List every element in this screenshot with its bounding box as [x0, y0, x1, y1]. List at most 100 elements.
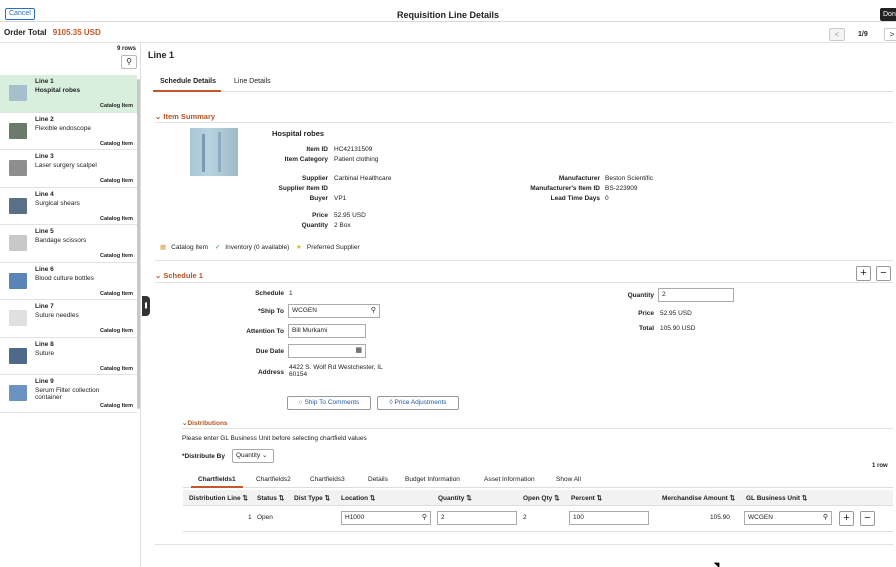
column-header[interactable]: Merchandise Amount ⇅	[662, 494, 735, 502]
hospital-robes-thumbnail	[9, 85, 27, 101]
catalog-icon: ▦	[160, 244, 167, 251]
search-button[interactable]: ⚲	[121, 55, 137, 69]
mouse-cursor-icon	[713, 559, 723, 567]
divider	[182, 428, 893, 429]
distributions-header[interactable]: ⌄Distributions	[182, 419, 228, 427]
list-item-line-2[interactable]: Line 2 Flexible endoscope Catalog Item	[0, 113, 137, 150]
column-header[interactable]: Quantity ⇅	[438, 494, 472, 502]
list-item-line-6[interactable]: Line 6 Blood culture bottles Catalog Ite…	[0, 263, 137, 300]
tab-budget-information[interactable]: Budget Information	[405, 476, 460, 483]
tab-chartfields3[interactable]: Chartfields3	[310, 476, 345, 483]
comment-icon: ○	[298, 399, 303, 406]
tab-show-all[interactable]: Show All	[556, 476, 581, 483]
list-scrollbar[interactable]	[137, 79, 140, 409]
list-item-line-9[interactable]: Line 9 Serum Filter collection container…	[0, 375, 137, 413]
location-input[interactable]: H1000 ⚲	[341, 511, 431, 525]
schedule-price-value: 52.95 USD	[660, 310, 692, 317]
list-item-name: Suture needles	[35, 312, 79, 319]
check-icon: ✓	[214, 244, 221, 251]
list-item-line-3[interactable]: Line 3 Laser surgery scalpel Catalog Ite…	[0, 150, 137, 188]
suture-needles-thumbnail	[9, 310, 27, 326]
list-item-line: Line 6	[35, 265, 54, 273]
schedule-quantity-value: 2	[662, 291, 666, 298]
done-button[interactable]: Done	[880, 8, 896, 21]
item-category-label: Item Category	[284, 156, 328, 163]
inventory-badge: Inventory (0 available)	[225, 244, 290, 251]
order-total: Order Total 9105.35 USD	[4, 28, 101, 37]
address-value: 4422 S. Wolf Rd Westchester, IL 60154	[289, 364, 383, 378]
table-row: 1 Open H1000 ⚲ 2 2 100 105.90 WCGEN ⚲ + −	[183, 506, 893, 532]
list-item-tag: Catalog Item	[99, 290, 133, 297]
list-item-line-4[interactable]: Line 4 Surgical shears Catalog Item	[0, 188, 137, 225]
address-line-1: 4422 S. Wolf Rd Westchester, IL	[289, 364, 383, 371]
sort-icon: ⇅	[242, 495, 248, 502]
list-item-name: Laser surgery scalpel	[35, 162, 97, 169]
search-icon[interactable]: ⚲	[422, 512, 427, 524]
list-item-line-8[interactable]: Line 8 Suture Catalog Item	[0, 338, 137, 375]
collapse-panel-handle[interactable]: ❚	[142, 296, 150, 316]
tab-chartfields1[interactable]: Chartfields1	[198, 476, 236, 483]
add-row-button[interactable]: +	[839, 511, 854, 526]
tab-line-details[interactable]: Line Details	[234, 78, 271, 85]
remove-schedule-button[interactable]: −	[876, 266, 891, 281]
manufacturer-value: Beston Scientific	[605, 175, 654, 182]
column-header[interactable]: Status ⇅	[257, 494, 284, 502]
column-header[interactable]: Open Qty ⇅	[523, 494, 560, 502]
grid-row-count: 1 row	[872, 463, 888, 469]
item-summary-header[interactable]: ⌄ Item Summary	[155, 112, 215, 121]
list-item-line-5[interactable]: Line 5 Bandage scissors Catalog Item	[0, 225, 137, 263]
search-icon[interactable]: ⚲	[823, 512, 828, 524]
catalog-badge: Catalog Item	[171, 244, 209, 251]
calendar-icon[interactable]: ▦	[355, 345, 362, 357]
column-header[interactable]: GL Business Unit ⇅	[746, 494, 807, 502]
item-image	[190, 128, 238, 176]
list-item-line-1[interactable]: Line 1 Hospital robes Catalog Item	[0, 75, 137, 113]
list-item-line-7[interactable]: Line 7 Suture needles Catalog Item	[0, 300, 137, 338]
quantity-input[interactable]: 2	[437, 511, 517, 525]
ship-to-comments-label: Ship To Comments	[304, 399, 360, 406]
detail-tabs: Schedule Details Line Details	[153, 76, 893, 92]
ship-to-comments-button[interactable]: ○ Ship To Comments	[287, 396, 371, 410]
list-item-name: Hospital robes	[35, 87, 81, 94]
price-adjustments-button[interactable]: ◊ Price Adjustments	[377, 396, 459, 410]
remove-row-button[interactable]: −	[860, 511, 875, 526]
supplier-item-id-label: Supplier Item ID	[278, 185, 328, 192]
column-header[interactable]: Location ⇅	[341, 494, 375, 502]
item-name: Hospital robes	[272, 129, 325, 138]
percent-input[interactable]: 100	[569, 511, 649, 525]
quantity-label: Quantity	[301, 222, 328, 229]
column-header[interactable]: Dist Type ⇅	[294, 494, 330, 502]
tab-schedule-details[interactable]: Schedule Details	[160, 78, 216, 85]
scalpel-thumbnail	[9, 160, 27, 176]
list-item-line: Line 1	[35, 78, 54, 85]
distribute-by-select[interactable]: Quantity ⌄	[232, 449, 274, 463]
search-icon[interactable]: ⚲	[371, 305, 376, 317]
tab-details[interactable]: Details	[368, 476, 388, 483]
ship-to-input[interactable]: WCGEN ⚲	[288, 304, 380, 318]
minus-icon: −	[864, 512, 871, 524]
column-label: GL Business Unit	[746, 495, 801, 502]
due-date-input[interactable]: ▦	[288, 344, 366, 358]
tab-chartfields2[interactable]: Chartfields2	[256, 476, 291, 483]
ship-to-label: *Ship To	[258, 308, 284, 315]
previous-line-button[interactable]: <	[829, 28, 845, 41]
manufacturer-item-id-value: BS-223909	[605, 185, 638, 192]
attention-to-input[interactable]: Bill Murkami	[288, 324, 366, 338]
schedule-quantity-input[interactable]: 2	[658, 288, 734, 302]
gl-business-unit-input[interactable]: WCGEN ⚲	[744, 511, 832, 525]
add-schedule-button[interactable]: +	[856, 266, 871, 281]
column-label: Percent	[571, 495, 595, 502]
column-label: Quantity	[438, 495, 465, 502]
sort-icon: ⇅	[801, 495, 808, 502]
tab-asset-information[interactable]: Asset Information	[484, 476, 535, 483]
schedule-header[interactable]: ⌄ Schedule 1	[155, 271, 203, 280]
column-header[interactable]: Percent ⇅	[571, 494, 602, 502]
column-label: Merchandise Amount	[662, 495, 728, 502]
column-header[interactable]: Distribution Line ⇅	[189, 494, 248, 502]
chevron-down-icon: ⌄	[262, 452, 268, 459]
list-item-line: Line 8	[35, 340, 54, 348]
schedule-total-label: Total	[638, 325, 654, 332]
page-title: Requisition Line Details	[396, 10, 499, 20]
column-label: Dist Type	[294, 495, 323, 502]
next-line-button[interactable]: >	[884, 28, 896, 41]
